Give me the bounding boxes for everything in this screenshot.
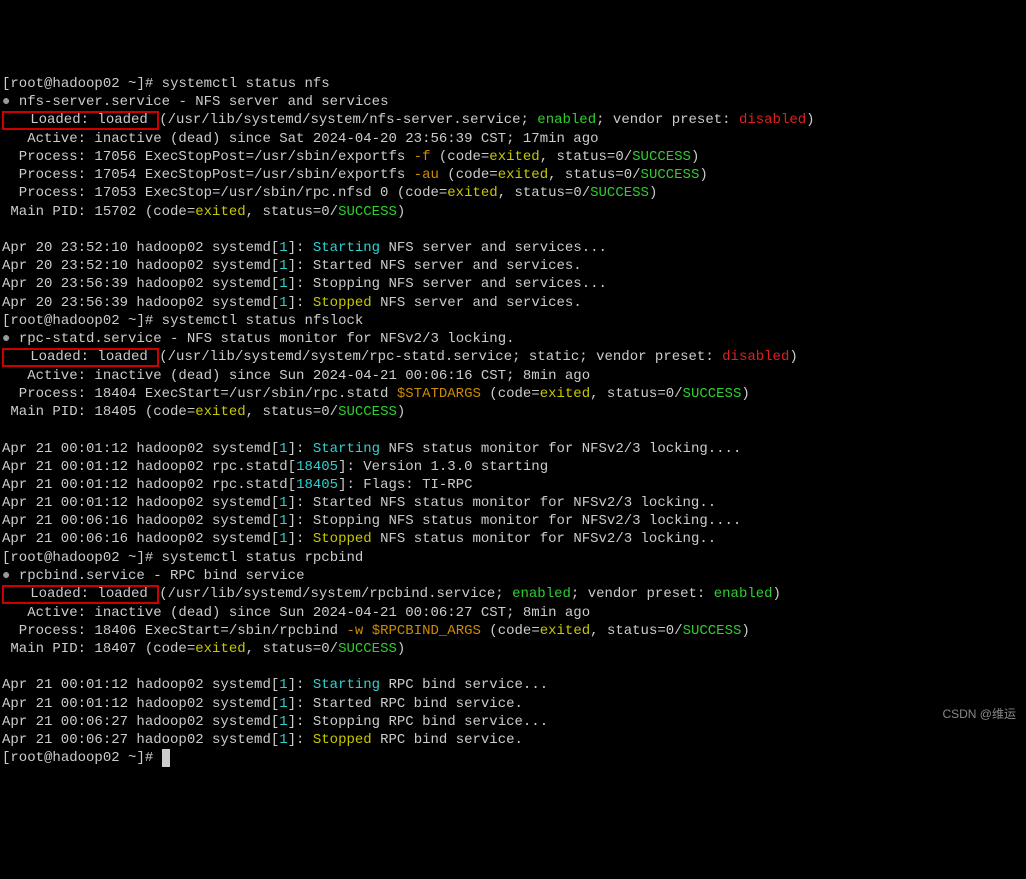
active-line: Active: inactive (dead) since Sat 2024-0…	[2, 131, 599, 147]
prompt-host: hadoop02	[52, 550, 119, 566]
prompt-host: hadoop02	[52, 750, 119, 766]
prompt-user: root	[10, 313, 44, 329]
loaded-box: Loaded: loaded	[2, 585, 159, 604]
cursor-icon	[162, 749, 170, 767]
bullet-icon: ●	[2, 568, 10, 584]
prompt-user: root	[10, 76, 44, 92]
loaded-box: Loaded: loaded	[2, 348, 159, 367]
active-line: Active: inactive (dead) since Sun 2024-0…	[2, 605, 590, 621]
prompt-cwd: ~	[128, 550, 136, 566]
command-input[interactable]: systemctl status nfslock	[162, 313, 364, 329]
service-name: rpc-statd.service	[19, 331, 162, 347]
active-line: Active: inactive (dead) since Sun 2024-0…	[2, 368, 590, 384]
prompt-user: root	[10, 550, 44, 566]
loaded-box: Loaded: loaded	[2, 111, 159, 130]
prompt-host: hadoop02	[52, 313, 119, 329]
service-name: rpcbind.service	[19, 568, 145, 584]
watermark: CSDN @维运	[942, 707, 1016, 723]
command-input[interactable]: systemctl status nfs	[162, 76, 330, 92]
prompt-cwd: ~	[128, 313, 136, 329]
prompt-cwd: ~	[128, 750, 136, 766]
service-name: nfs-server.service	[19, 94, 170, 110]
prompt-user: root	[10, 750, 44, 766]
bullet-icon: ●	[2, 94, 10, 110]
command-input[interactable]: systemctl status rpcbind	[162, 550, 364, 566]
bullet-icon: ●	[2, 331, 10, 347]
prompt-cwd: ~	[128, 76, 136, 92]
terminal-output: [root@hadoop02 ~]# systemctl status nfs …	[2, 75, 1024, 768]
prompt-host: hadoop02	[52, 76, 119, 92]
